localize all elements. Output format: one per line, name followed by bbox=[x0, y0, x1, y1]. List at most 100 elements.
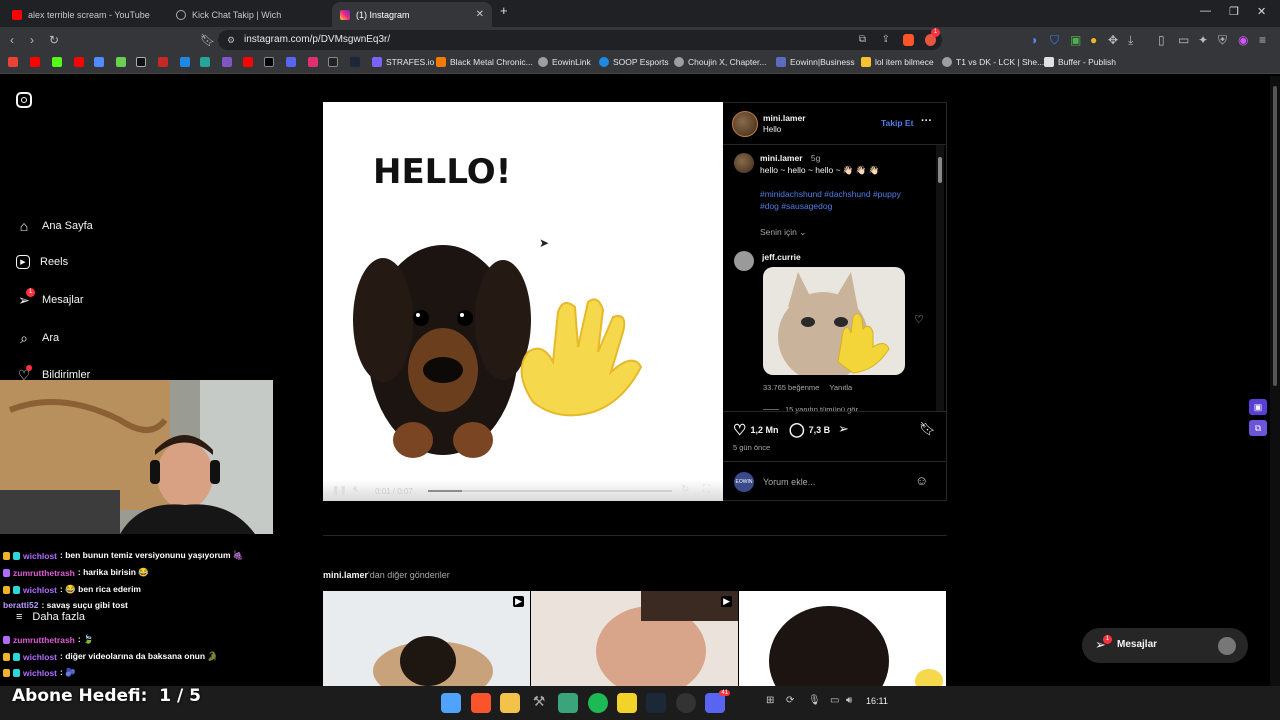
bookmark-icon[interactable]: 🔖︎ bbox=[200, 33, 215, 47]
file-explorer-icon[interactable] bbox=[500, 693, 520, 713]
nav-reels[interactable]: ▶ Reels bbox=[16, 255, 68, 269]
extension-icon-yellow[interactable]: ● bbox=[1090, 33, 1097, 47]
more-post-thumb-2[interactable]: ▶ bbox=[531, 591, 738, 686]
bookmark-lol-item[interactable]: lol item bilmece bbox=[861, 57, 934, 67]
app-icon-green[interactable] bbox=[558, 693, 578, 713]
bookmark-teal-icon[interactable] bbox=[200, 57, 210, 67]
bookmark-youtube-icon[interactable] bbox=[30, 57, 40, 67]
restore-icon[interactable]: ❐ bbox=[1229, 5, 1239, 18]
tab-youtube[interactable]: alex terrible scream - YouTube bbox=[4, 2, 164, 27]
close-window-icon[interactable]: ✕ bbox=[1257, 5, 1266, 18]
bookmark-black-metal[interactable]: Black Metal Chronic... bbox=[436, 57, 533, 67]
new-tab-button[interactable]: + bbox=[500, 3, 508, 18]
bookmark-choujin[interactable]: Choujin X, Chapter... bbox=[674, 57, 766, 67]
author-avatar[interactable] bbox=[732, 111, 758, 137]
bookmark-xr-icon[interactable] bbox=[328, 57, 338, 67]
page-scrollbar[interactable] bbox=[1270, 76, 1280, 686]
clock[interactable]: 16:11 bbox=[866, 696, 888, 706]
side-extension-icon-2[interactable]: ⧉ bbox=[1249, 420, 1267, 436]
follow-button[interactable]: Takip Et bbox=[881, 118, 913, 128]
comment-like-icon[interactable]: ♡ bbox=[914, 313, 924, 326]
bookmark-discord-icon[interactable] bbox=[286, 57, 296, 67]
author-username[interactable]: mini.lamer bbox=[763, 113, 806, 123]
bookmark-x-icon[interactable] bbox=[116, 57, 126, 67]
bookmark-buffer[interactable]: Buffer - Publish bbox=[1044, 57, 1116, 67]
tray-app-icon[interactable]: ⟳ bbox=[786, 695, 794, 706]
bookmark-blue-icon[interactable] bbox=[180, 57, 190, 67]
bitwarden-icon[interactable]: ⛉ bbox=[1050, 33, 1059, 47]
side-extension-icon-1[interactable]: ▣ bbox=[1249, 399, 1267, 415]
bookmark-red-icon[interactable] bbox=[158, 57, 168, 67]
bookmark-gmail-icon[interactable] bbox=[8, 57, 18, 67]
hashtags-line-2[interactable]: #dog #sausagedog bbox=[760, 201, 832, 211]
caption-avatar[interactable] bbox=[734, 153, 754, 173]
more-post-thumb-1[interactable]: ▶ bbox=[323, 591, 530, 686]
comments-scrollbar[interactable] bbox=[936, 145, 944, 411]
sticky-notes-icon[interactable] bbox=[617, 693, 637, 713]
address-bar[interactable]: ⚙ instagram.com/p/DVMsgwnEq3r/ ⧉ ⇪ 1 bbox=[218, 28, 942, 50]
post-media-video[interactable]: HELLO! ❚❚ 🔇︎ 0:01 / 0:07 ↻ ⛶ bbox=[323, 102, 723, 501]
commenter-username[interactable]: jeff.currie bbox=[762, 252, 801, 262]
bookmark-purple-icon[interactable] bbox=[222, 57, 232, 67]
nav-more[interactable]: ≡ Daha fazla bbox=[16, 611, 85, 623]
wallet-icon[interactable]: ▭ bbox=[1178, 33, 1189, 47]
emoji-icon[interactable]: ☺ bbox=[915, 473, 928, 488]
bookmark-instagram-icon[interactable] bbox=[308, 57, 318, 67]
instagram-logo-icon[interactable] bbox=[16, 92, 32, 108]
hashtags-line-1[interactable]: #minidachshund #dachshund #puppy bbox=[760, 189, 901, 199]
spotify-icon[interactable] bbox=[588, 693, 608, 713]
brave-shield-icon[interactable] bbox=[903, 34, 914, 46]
view-replies-button[interactable]: 15 yanıtın tümünü gör bbox=[763, 405, 858, 414]
more-posts-username[interactable]: mini.lamer bbox=[323, 570, 368, 580]
comment-gif[interactable] bbox=[763, 267, 905, 375]
comment-button[interactable]: ◯ 7,3 B bbox=[789, 421, 830, 438]
extension-icon-green[interactable]: ▣ bbox=[1070, 33, 1081, 47]
menu-icon[interactable]: ≡ bbox=[1259, 33, 1266, 47]
bookmark-youtube3-icon[interactable] bbox=[243, 57, 253, 67]
pause-icon[interactable]: ❚❚ bbox=[332, 485, 347, 496]
bookmark-t1-dk[interactable]: T1 vs DK - LCK | She... bbox=[942, 57, 1044, 67]
current-user-avatar[interactable]: EOWIN bbox=[734, 472, 754, 492]
video-progress-track[interactable] bbox=[428, 490, 672, 492]
tool-icon[interactable]: ⚒ bbox=[529, 693, 549, 713]
bookmark-strafes[interactable]: STRAFES.io bbox=[372, 57, 434, 67]
brave-browser-icon[interactable] bbox=[471, 693, 491, 713]
forward-icon[interactable]: › bbox=[30, 33, 34, 47]
extensions-puzzle-icon[interactable]: ✥ bbox=[1108, 33, 1118, 47]
tray-overflow-icon[interactable]: ⊞ bbox=[766, 695, 774, 706]
save-bookmark-icon[interactable]: 🔖︎ bbox=[919, 421, 936, 437]
comment-reply-button[interactable]: Yanıtla bbox=[829, 383, 852, 392]
comment-input[interactable]: Yorum ekle... bbox=[763, 477, 815, 487]
bookmark-link-icon[interactable] bbox=[94, 57, 104, 67]
fullscreen-icon[interactable]: ⛶ bbox=[703, 484, 710, 495]
share-icon[interactable]: ⇪ bbox=[882, 30, 890, 50]
more-options-icon[interactable]: ··· bbox=[921, 115, 932, 127]
leo-ai-icon[interactable]: ✦ bbox=[1198, 33, 1208, 47]
bookmark-soop[interactable]: SOOP Esports bbox=[599, 57, 669, 67]
open-in-app-icon[interactable]: ⧉ bbox=[859, 30, 866, 50]
commenter-avatar[interactable] bbox=[734, 251, 754, 271]
network-icon[interactable]: ▭ bbox=[830, 695, 839, 706]
nav-home[interactable]: ⌂ Ana Sayfa bbox=[16, 218, 93, 234]
tab-instagram[interactable]: (1) Instagram ✕ bbox=[332, 2, 492, 27]
bookmark-youtube2-icon[interactable] bbox=[74, 57, 84, 67]
for-you-dropdown[interactable]: Senin için ⌄ bbox=[760, 227, 806, 238]
back-icon[interactable]: ‹ bbox=[10, 33, 14, 47]
profile-icon[interactable]: ◉ bbox=[1238, 33, 1248, 47]
like-button[interactable]: ♡ 1,2 Mn bbox=[733, 421, 778, 439]
bookmark-eowinn-business[interactable]: Eowinn|Business bbox=[776, 57, 855, 67]
more-post-thumb-3[interactable] bbox=[739, 591, 946, 686]
reload-icon[interactable]: ↻ bbox=[49, 33, 59, 47]
mute-icon[interactable]: 🔇︎ bbox=[353, 484, 359, 495]
close-tab-icon[interactable]: ✕ bbox=[476, 9, 484, 20]
bookmark-tiktok-icon[interactable] bbox=[136, 57, 146, 67]
discord-icon[interactable]: 41 bbox=[705, 690, 730, 713]
site-info-icon[interactable]: ⚙ bbox=[227, 30, 235, 50]
share-send-icon[interactable]: ➢ bbox=[838, 421, 849, 437]
obs-icon[interactable] bbox=[676, 693, 696, 713]
nav-messages[interactable]: ➢ 1 Mesajlar bbox=[16, 288, 84, 308]
steam-icon[interactable] bbox=[646, 693, 666, 713]
sidebar-toggle-icon[interactable]: ▯ bbox=[1158, 33, 1165, 47]
translate-icon[interactable]: ◑ bbox=[1030, 33, 1037, 47]
loop-icon[interactable]: ↻ bbox=[681, 484, 689, 495]
